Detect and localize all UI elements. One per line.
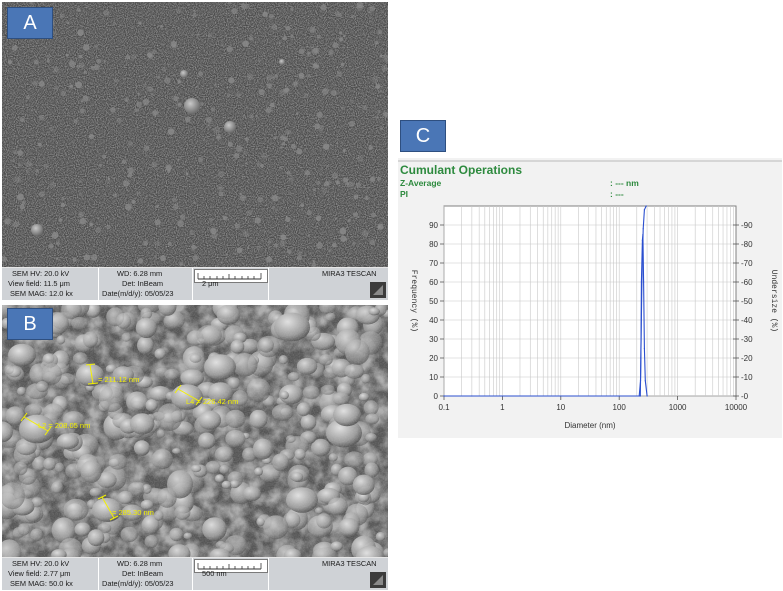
x-tick-label: 1000 xyxy=(669,403,687,412)
y-tick-label: 30 xyxy=(429,335,438,344)
brand-b: MIRA3 TESCAN xyxy=(322,559,377,568)
y2-tick-label: -20 xyxy=(741,354,753,363)
data-point xyxy=(645,205,647,207)
y2-tick-label: -80 xyxy=(741,240,753,249)
x-tick-label: 1 xyxy=(500,403,505,412)
data-point xyxy=(639,395,641,397)
y2-tick-label: -50 xyxy=(741,297,753,306)
x-tick-label: 10 xyxy=(556,403,565,412)
size-distribution-chart: 0 10 20 30 40 50 60 70 80 90 -0 -10 -20 -30 -40 -50 -60 -… xyxy=(409,205,778,430)
sem-mag-b: SEM MAG: 50.0 kx xyxy=(10,579,73,588)
data-point xyxy=(643,209,645,211)
sem-panel-a: A SEM HV: 20.0 kV View field: 11.5 μm SE… xyxy=(2,2,388,300)
measurement-label-1: = 211.12 nm xyxy=(98,375,140,384)
sem-hv-a: SEM HV: 20.0 kV xyxy=(12,269,70,278)
sem-hv-b: SEM HV: 20.0 kV xyxy=(12,559,70,568)
y2-tick-label: -0 xyxy=(741,392,749,401)
y-tick-label: 20 xyxy=(429,354,438,363)
x-tick-label: 0.1 xyxy=(438,403,450,412)
data-point xyxy=(646,395,648,397)
y2-tick-label: -30 xyxy=(741,335,753,344)
y2-tick-label: -90 xyxy=(741,221,753,230)
tescan-logo-icon-b xyxy=(370,572,386,588)
y-tick-label: 90 xyxy=(429,221,438,230)
sem-info-bar-b: SEM HV: 20.0 kV View field: 2.77 μm SEM … xyxy=(2,557,388,590)
x-tick-label: 10000 xyxy=(725,403,748,412)
det-a: Det: InBeam xyxy=(122,279,164,288)
sem-info-bar-a: SEM HV: 20.0 kV View field: 11.5 μm SEM … xyxy=(2,267,388,300)
y2-tick-label: -60 xyxy=(741,278,753,287)
pi-label: PI xyxy=(400,189,409,199)
y-tick-label: 80 xyxy=(429,240,438,249)
y-tick-label: 70 xyxy=(429,259,438,268)
y2-tick-label: -70 xyxy=(741,259,753,268)
measurement-label-4: = 285.30 nm xyxy=(112,508,154,517)
y2-axis-label: Undersize (%) xyxy=(769,270,778,332)
cumulant-title: Cumulant Operations xyxy=(400,163,523,177)
scale-label-b: 500 nm xyxy=(202,569,227,578)
wd-a: WD: 6.28 mm xyxy=(117,269,163,278)
brand-a: MIRA3 TESCAN xyxy=(322,269,377,278)
z-average-label: Z-Average xyxy=(400,178,442,188)
sem-mag-a: SEM MAG: 12.0 kx xyxy=(10,289,73,298)
panel-label-c: C xyxy=(400,120,446,152)
data-point xyxy=(644,380,646,382)
date-a: Date(m/d/y): 05/05/23 xyxy=(102,289,174,298)
y-tick-label: 10 xyxy=(429,373,438,382)
panel-label-a: A xyxy=(7,7,53,39)
sem-panel-b: B = 211.12 nm L4 = 226.42 nm L2 = 208.05… xyxy=(2,305,388,590)
view-field-b: View field: 2.77 μm xyxy=(8,569,71,578)
data-point xyxy=(641,281,643,283)
panel-label-b: B xyxy=(7,308,53,340)
view-field-a: View field: 11.5 μm xyxy=(8,279,70,288)
data-point xyxy=(443,395,445,397)
y2-tick-label: -40 xyxy=(741,316,753,325)
z-average-value: : --- nm xyxy=(610,178,639,188)
y2-tick-label: -10 xyxy=(741,373,753,382)
sem-micrograph-b xyxy=(2,305,388,557)
tescan-logo-icon-a xyxy=(370,282,386,298)
data-point xyxy=(642,228,644,230)
pi-value: : --- xyxy=(610,189,624,199)
y-tick-label: 40 xyxy=(429,316,438,325)
dls-panel-c: C Cumulant Operations Z-Average : --- nm… xyxy=(398,120,783,440)
wd-b: WD: 6.28 mm xyxy=(117,559,163,568)
measurement-label-2: L4 = 226.42 nm xyxy=(186,397,239,406)
sem-micrograph-a xyxy=(2,2,388,268)
y-axis-label: Frequency (%) xyxy=(409,270,418,332)
data-point xyxy=(643,281,645,283)
data-point xyxy=(639,380,642,382)
measurement-label-3: L2 = 208.05 nm xyxy=(38,421,91,430)
date-b: Date(m/d/y): 05/05/23 xyxy=(102,579,174,588)
x-axis-label: Diameter (nm) xyxy=(564,421,615,430)
det-b: Det: InBeam xyxy=(122,569,164,578)
scale-label-a: 2 μm xyxy=(202,279,219,288)
dls-report: Cumulant Operations Z-Average : --- nm P… xyxy=(398,158,782,438)
y-tick-label: 0 xyxy=(434,392,439,401)
y-tick-label: 60 xyxy=(429,278,438,287)
data-point xyxy=(638,395,640,397)
y-tick-label: 50 xyxy=(429,297,438,306)
x-tick-label: 100 xyxy=(613,403,627,412)
data-point xyxy=(643,347,645,350)
